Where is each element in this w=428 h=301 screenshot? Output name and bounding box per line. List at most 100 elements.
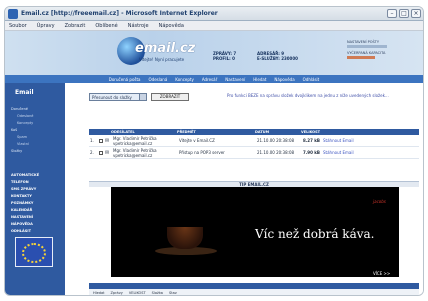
nav-inbox[interactable]: Doručená pošta: [109, 77, 141, 82]
settings-bar: [347, 45, 387, 48]
row-date: 21.10.00 20:38:08: [257, 150, 295, 155]
bottom-table-row: Hledat Zprávy VELIKOST Složka Stav: [89, 289, 419, 295]
table-row[interactable]: 1. ✉ Mgr. Vladimír Petrička vpetricka@em…: [89, 135, 419, 147]
sidebar-item-help[interactable]: NÁPOVĚDA: [11, 222, 39, 226]
menu-favorites[interactable]: Oblíbené: [95, 23, 117, 29]
ad-more-link[interactable]: VÍCE >>: [373, 271, 390, 276]
sidebar-item-contacts[interactable]: KONTAKTY: [11, 194, 39, 198]
row-from-mail: vpetricka@email.cz: [113, 152, 153, 158]
row-index: 2.: [90, 150, 94, 155]
folder-note: Pro funkci BEZE na správu složek dvojkli…: [227, 93, 389, 98]
sidebar-item-phone[interactable]: TELEFON: [11, 180, 39, 184]
coffee-ad-banner[interactable]: Víc než dobrá káva. jacobs VÍCE >>: [111, 187, 399, 277]
row-size: 8.27 kB: [303, 138, 320, 143]
header-info-right: ADRESÁŘ: 9 E-SLUŽBY: 230000: [257, 51, 298, 61]
envelope-icon: ✉: [105, 137, 110, 144]
sidebar-item-auto[interactable]: AUTOMATICKÉ: [11, 173, 39, 177]
row-subject[interactable]: Vítejte v Email.CZ: [179, 138, 257, 143]
dropdown-arrow-icon: [139, 94, 146, 100]
menu-tools[interactable]: Nástroje: [128, 23, 149, 29]
bottom-cell-messages: Zprávy: [110, 291, 123, 295]
nav-logout[interactable]: Odhlásit: [303, 77, 320, 82]
sidebar-item-spam[interactable]: Spam: [11, 135, 33, 139]
envelope-icon: ✉: [105, 149, 110, 156]
sidebar-item-inbox[interactable]: Doručené: [11, 107, 33, 111]
sidebar-service-list: AUTOMATICKÉ TELEFON SMS ZPRÁVY KONTAKTY …: [11, 173, 39, 233]
info-services: E-SLUŽBY: 230000: [257, 56, 298, 61]
site-header: email.cz Vítejte! Nyní pracujete ZPRÁVY:…: [5, 31, 423, 75]
col-from[interactable]: ODESÍLATEL: [111, 130, 177, 134]
ad-headline: Víc než dobrá káva.: [255, 227, 375, 241]
sidebar-item-sent[interactable]: Odeslané: [11, 114, 33, 118]
sidebar-item-notes[interactable]: POZNÁMKY: [11, 201, 39, 205]
site-logo[interactable]: email.cz Vítejte! Nyní pracujete: [117, 35, 199, 65]
nav-help[interactable]: Nápověda: [274, 77, 294, 82]
coffee-cup-icon: [167, 227, 203, 249]
row-size: 7.90 kB: [303, 150, 320, 155]
row-date: 21.10.00 20:38:08: [257, 138, 295, 143]
message-table: ODESÍLATEL PŘEDMĚT DATUM VELIKOST 1. ✉ M…: [89, 129, 419, 159]
sidebar-title: Email: [15, 89, 34, 96]
col-size[interactable]: VELIKOST: [301, 130, 331, 134]
header-info-left: ZPRÁVY: 7 PROFIL: 0: [213, 51, 236, 61]
sidebar-item-folders[interactable]: Složky: [11, 149, 33, 153]
row-subject[interactable]: Přístup na POP3 server: [179, 150, 257, 155]
info-profile: PROFIL: 0: [213, 56, 235, 61]
sidebar-folder-list: Doručené Odeslané Koncepty Koš Spam Vlas…: [11, 107, 33, 153]
sidebar-item-sms[interactable]: SMS ZPRÁVY: [11, 187, 39, 191]
ie-logo-icon: [8, 9, 18, 19]
row-checkbox[interactable]: [99, 150, 103, 155]
menu-bar: Soubor Úpravy Zobrazit Oblíbené Nástroje…: [5, 21, 423, 31]
quota-bar: [347, 56, 375, 59]
bottom-cell-folder: Složka: [151, 291, 163, 295]
row-checkbox[interactable]: [99, 138, 103, 143]
quota-label: VYČERPANÁ KAPACITA: [347, 51, 386, 55]
col-date[interactable]: DATUM: [255, 130, 301, 134]
menu-file[interactable]: Soubor: [9, 23, 27, 29]
nav-addressbook[interactable]: Adresář: [202, 77, 217, 82]
bottom-cell-size: VELIKOST: [128, 291, 146, 295]
logo-text: email.cz: [135, 41, 196, 56]
folder-select-value: Přesunout do složky: [92, 95, 132, 100]
sidebar-item-calendar[interactable]: KALENDÁŘ: [11, 208, 39, 212]
bottom-cell-search[interactable]: Hledat: [93, 291, 105, 295]
sidebar-item-drafts[interactable]: Koncepty: [11, 121, 33, 125]
eu-flag-icon[interactable]: [15, 237, 53, 267]
ad-brand: jacobs: [373, 199, 386, 204]
mail-settings-label[interactable]: NASTAVENÍ POŠTY: [347, 40, 387, 44]
stars-icon: [22, 243, 46, 263]
sidebar: Email Doručené Odeslané Koncepty Koš Spa…: [5, 83, 65, 295]
nav-sent[interactable]: Odeslaná: [149, 77, 168, 82]
title-bar: Email.cz [http://freeemail.cz] - Microso…: [5, 7, 423, 21]
nav-settings[interactable]: Nastavení: [225, 77, 245, 82]
row-from[interactable]: Mgr. Vladimír Petrička vpetricka@email.c…: [113, 136, 179, 146]
close-button[interactable]: ×: [411, 9, 421, 18]
sidebar-item-trash[interactable]: Koš: [11, 128, 33, 132]
row-download-link[interactable]: Stáhnout Email: [323, 150, 363, 155]
browser-window: Email.cz [http://freeemail.cz] - Microso…: [4, 6, 424, 296]
main-content: Přesunout do složky ZOBRAZIT Pro funkci …: [67, 83, 423, 295]
menu-view[interactable]: Zobrazit: [65, 23, 86, 29]
nav-drafts[interactable]: Koncepty: [175, 77, 194, 82]
table-row[interactable]: 2. ✉ Mgr. Vladimír Petrička vpetricka@em…: [89, 147, 419, 159]
sidebar-item-logout[interactable]: ODHLÁSIT: [11, 229, 39, 233]
maximize-button[interactable]: □: [399, 9, 409, 18]
row-index: 1.: [90, 138, 94, 143]
bottom-cell-status: Stav: [168, 291, 177, 295]
col-subject[interactable]: PŘEDMĚT: [177, 130, 255, 134]
nav-strip: Doručená pošta Odeslaná Koncepty Adresář…: [5, 75, 423, 83]
menu-edit[interactable]: Úpravy: [37, 23, 55, 29]
window-title: Email.cz [http://freeemail.cz] - Microso…: [21, 10, 218, 17]
show-button[interactable]: ZOBRAZIT: [151, 93, 189, 101]
minimize-button[interactable]: –: [387, 9, 397, 18]
row-download-link[interactable]: Stáhnout Email: [323, 138, 363, 143]
folder-controls: Přesunout do složky ZOBRAZIT: [89, 91, 239, 111]
folder-select[interactable]: Přesunout do složky: [89, 93, 147, 101]
sidebar-item-settings[interactable]: NASTAVENÍ: [11, 215, 39, 219]
logo-subtitle: Vítejte! Nyní pracujete: [139, 57, 185, 62]
menu-help[interactable]: Nápověda: [159, 23, 184, 29]
nav-search[interactable]: Hledat: [253, 77, 266, 82]
quota-panel: NASTAVENÍ POŠTY VYČERPANÁ KAPACITA: [347, 40, 387, 62]
sidebar-item-custom[interactable]: Vlastní: [11, 142, 33, 146]
row-from[interactable]: Mgr. Vladimír Petrička vpetricka@email.c…: [113, 148, 179, 158]
